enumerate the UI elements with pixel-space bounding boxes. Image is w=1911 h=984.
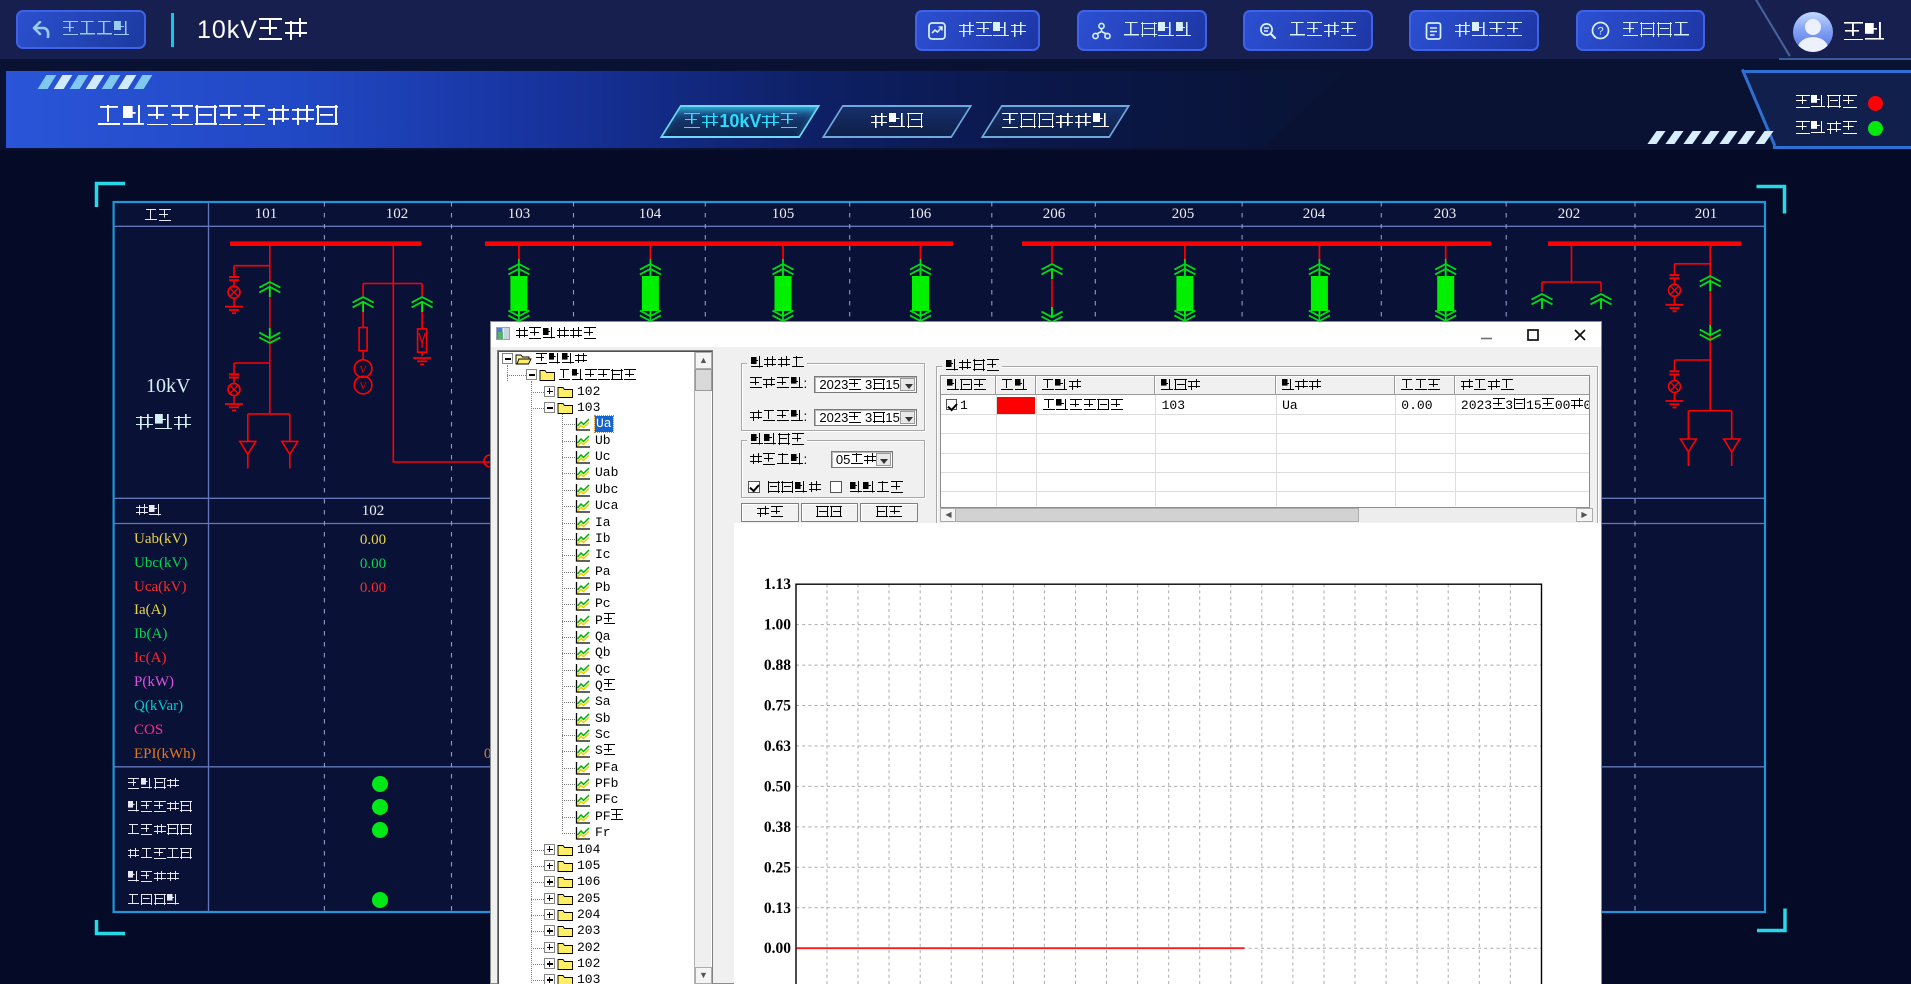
svg-text:0.25: 0.25 (764, 859, 791, 876)
svg-text:0.75: 0.75 (764, 698, 791, 715)
svg-text:0.00: 0.00 (764, 940, 791, 957)
svg-text:1.00: 1.00 (764, 617, 791, 634)
svg-text:1.13: 1.13 (764, 576, 791, 593)
svg-text:0.63: 0.63 (764, 738, 791, 755)
svg-text:0.38: 0.38 (764, 819, 791, 836)
svg-text:V: V (359, 365, 367, 376)
svg-text:0.88: 0.88 (764, 657, 791, 674)
svg-text:0.50: 0.50 (764, 778, 791, 795)
svg-text:V: V (359, 382, 367, 393)
svg-text:0.13: 0.13 (764, 900, 791, 917)
